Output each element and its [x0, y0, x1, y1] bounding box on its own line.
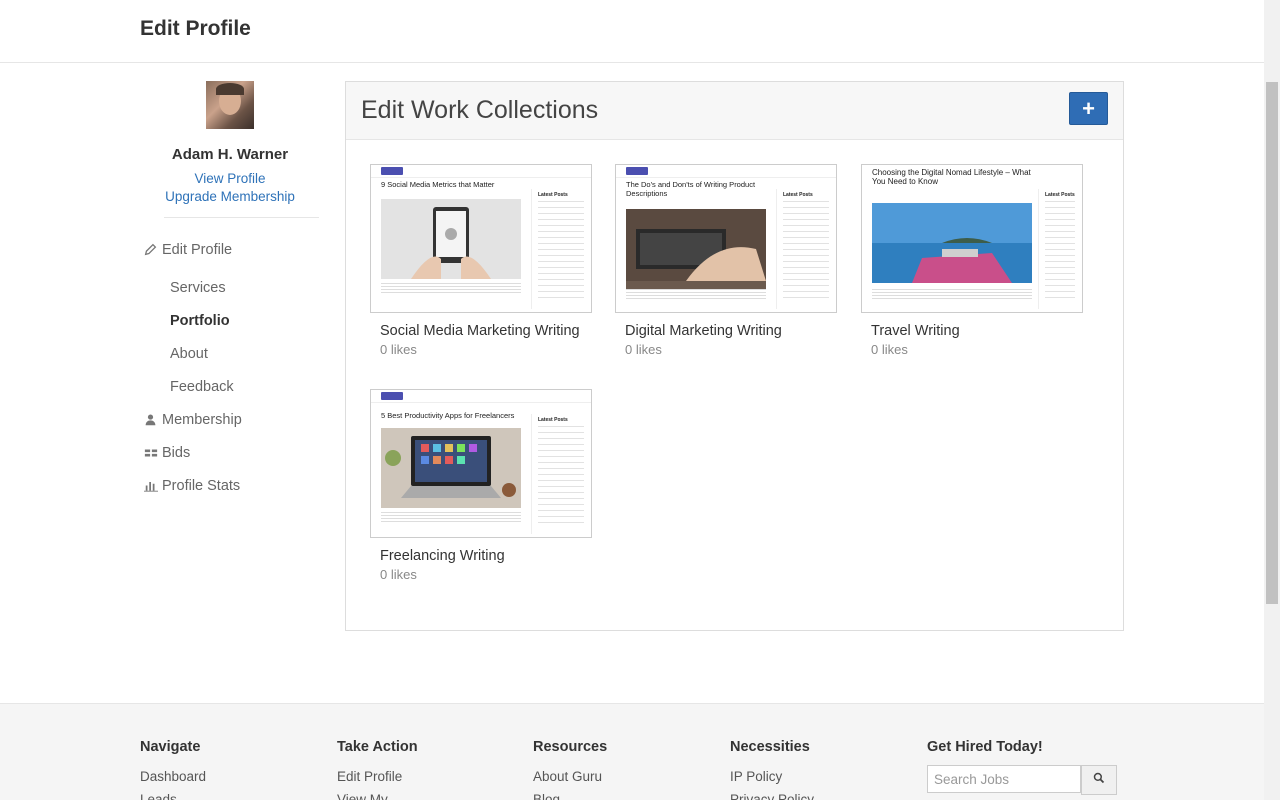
sidebar-item-services[interactable]: Services: [144, 271, 324, 304]
bids-icon: [144, 447, 162, 459]
bar-chart-icon: [144, 479, 162, 492]
collection-likes: 0 likes: [625, 342, 662, 357]
footer-column-resources: Resources About Guru Blog: [533, 739, 607, 800]
collection-card[interactable]: The Do's and Don'ts of Writing Product D…: [615, 164, 837, 357]
footer-heading: Resources: [533, 739, 608, 755]
thumbnail-title: Choosing the Digital Nomad Lifestyle – W…: [872, 168, 1031, 186]
collection-likes: 0 likes: [871, 342, 908, 357]
avatar[interactable]: [206, 81, 254, 129]
search-icon: [1093, 771, 1105, 789]
page-header: Edit Profile: [0, 0, 1264, 63]
add-collection-button[interactable]: +: [1069, 92, 1108, 125]
thumbnail-title: 9 Social Media Metrics that Matter: [381, 180, 495, 189]
collection-thumbnail[interactable]: 9 Social Media Metrics that Matter Lates…: [370, 164, 592, 313]
scrollbar[interactable]: [1264, 0, 1280, 800]
sidebar-item-about[interactable]: About: [144, 337, 324, 370]
scrollbar-thumb[interactable]: [1266, 82, 1278, 604]
profile-sidebar: Adam H. Warner View Profile Upgrade Memb…: [140, 81, 320, 494]
upgrade-membership-link[interactable]: Upgrade Membership: [140, 188, 320, 206]
search-button[interactable]: [1081, 765, 1117, 795]
collection-likes: 0 likes: [380, 342, 417, 357]
sidebar-item-label: Membership: [162, 411, 242, 428]
footer-link-view-my[interactable]: View My: [337, 792, 418, 800]
collection-card[interactable]: 9 Social Media Metrics that Matter Lates…: [370, 164, 592, 357]
site-logo-icon: [626, 167, 648, 175]
footer-heading: Take Action: [337, 739, 418, 755]
thumbnail-image: [381, 199, 521, 279]
footer-link-about-guru[interactable]: About Guru: [533, 769, 607, 784]
footer-column-get-hired: Get Hired Today!: [927, 739, 1043, 755]
collection-title[interactable]: Digital Marketing Writing: [615, 323, 837, 339]
sidebar-item-portfolio[interactable]: Portfolio: [144, 304, 324, 337]
user-name: Adam H. Warner: [171, 146, 289, 163]
footer-column-necessities: Necessities IP Policy Privacy Policy: [730, 739, 814, 800]
footer-link-dashboard[interactable]: Dashboard: [140, 769, 206, 784]
footer-heading: Navigate: [140, 739, 201, 755]
sidebar-item-bids[interactable]: Bids: [144, 436, 324, 469]
footer-link-privacy-policy[interactable]: Privacy Policy: [730, 792, 814, 800]
thumbnail-image: [381, 428, 521, 508]
work-collections-panel: Edit Work Collections + 9 Social Media M…: [345, 81, 1124, 631]
site-logo-icon: [381, 392, 403, 400]
footer-column-navigate: Navigate Dashboard Leads: [140, 739, 206, 800]
collection-card[interactable]: 5 Best Productivity Apps for Freelancers…: [370, 389, 592, 582]
search-jobs-input[interactable]: [927, 765, 1081, 793]
collection-thumbnail[interactable]: Choosing the Digital Nomad Lifestyle – W…: [861, 164, 1083, 313]
sidebar-item-label: Bids: [162, 444, 191, 461]
collection-card[interactable]: Choosing the Digital Nomad Lifestyle – W…: [861, 164, 1083, 357]
collection-title[interactable]: Social Media Marketing Writing: [370, 323, 592, 339]
collection-thumbnail[interactable]: 5 Best Productivity Apps for Freelancers…: [370, 389, 592, 538]
pencil-icon: [144, 243, 162, 256]
view-profile-link[interactable]: View Profile: [140, 170, 320, 188]
collection-title[interactable]: Travel Writing: [861, 323, 1083, 339]
sidebar-item-edit-profile[interactable]: Edit Profile: [144, 233, 324, 266]
sidebar-item-membership[interactable]: Membership: [144, 403, 324, 436]
sidebar-divider: [164, 217, 319, 218]
thumbnail-image: [872, 203, 1032, 283]
collection-likes: 0 likes: [380, 567, 417, 582]
footer-link-ip-policy[interactable]: IP Policy: [730, 769, 814, 784]
collection-title[interactable]: Freelancing Writing: [370, 548, 592, 564]
sidebar-item-label: Profile Stats: [162, 477, 241, 494]
thumbnail-title: The Do's and Don'ts of Writing Product D…: [626, 180, 756, 198]
sidebar-nav: Edit Profile Services Portfolio About Fe…: [144, 233, 324, 502]
thumbnail-image: [626, 209, 766, 289]
thumbnail-title: 5 Best Productivity Apps for Freelancers: [381, 411, 515, 420]
sidebar-item-feedback[interactable]: Feedback: [144, 370, 324, 403]
footer-link-leads[interactable]: Leads: [140, 792, 206, 800]
user-icon: [144, 413, 162, 426]
footer-link-blog[interactable]: Blog: [533, 792, 607, 800]
page-title: Edit Profile: [140, 17, 251, 40]
footer-column-take-action: Take Action Edit Profile View My: [337, 739, 418, 800]
sidebar-item-label: Edit Profile: [162, 241, 233, 258]
footer-heading: Get Hired Today!: [927, 739, 1043, 755]
panel-header: Edit Work Collections +: [346, 82, 1123, 140]
panel-title: Edit Work Collections: [361, 96, 599, 124]
footer-link-edit-profile[interactable]: Edit Profile: [337, 769, 418, 784]
footer-heading: Necessities: [730, 739, 810, 755]
job-search: [927, 765, 1117, 795]
sidebar-item-profile-stats[interactable]: Profile Stats: [144, 469, 324, 502]
site-logo-icon: [381, 167, 403, 175]
collection-thumbnail[interactable]: The Do's and Don'ts of Writing Product D…: [615, 164, 837, 313]
